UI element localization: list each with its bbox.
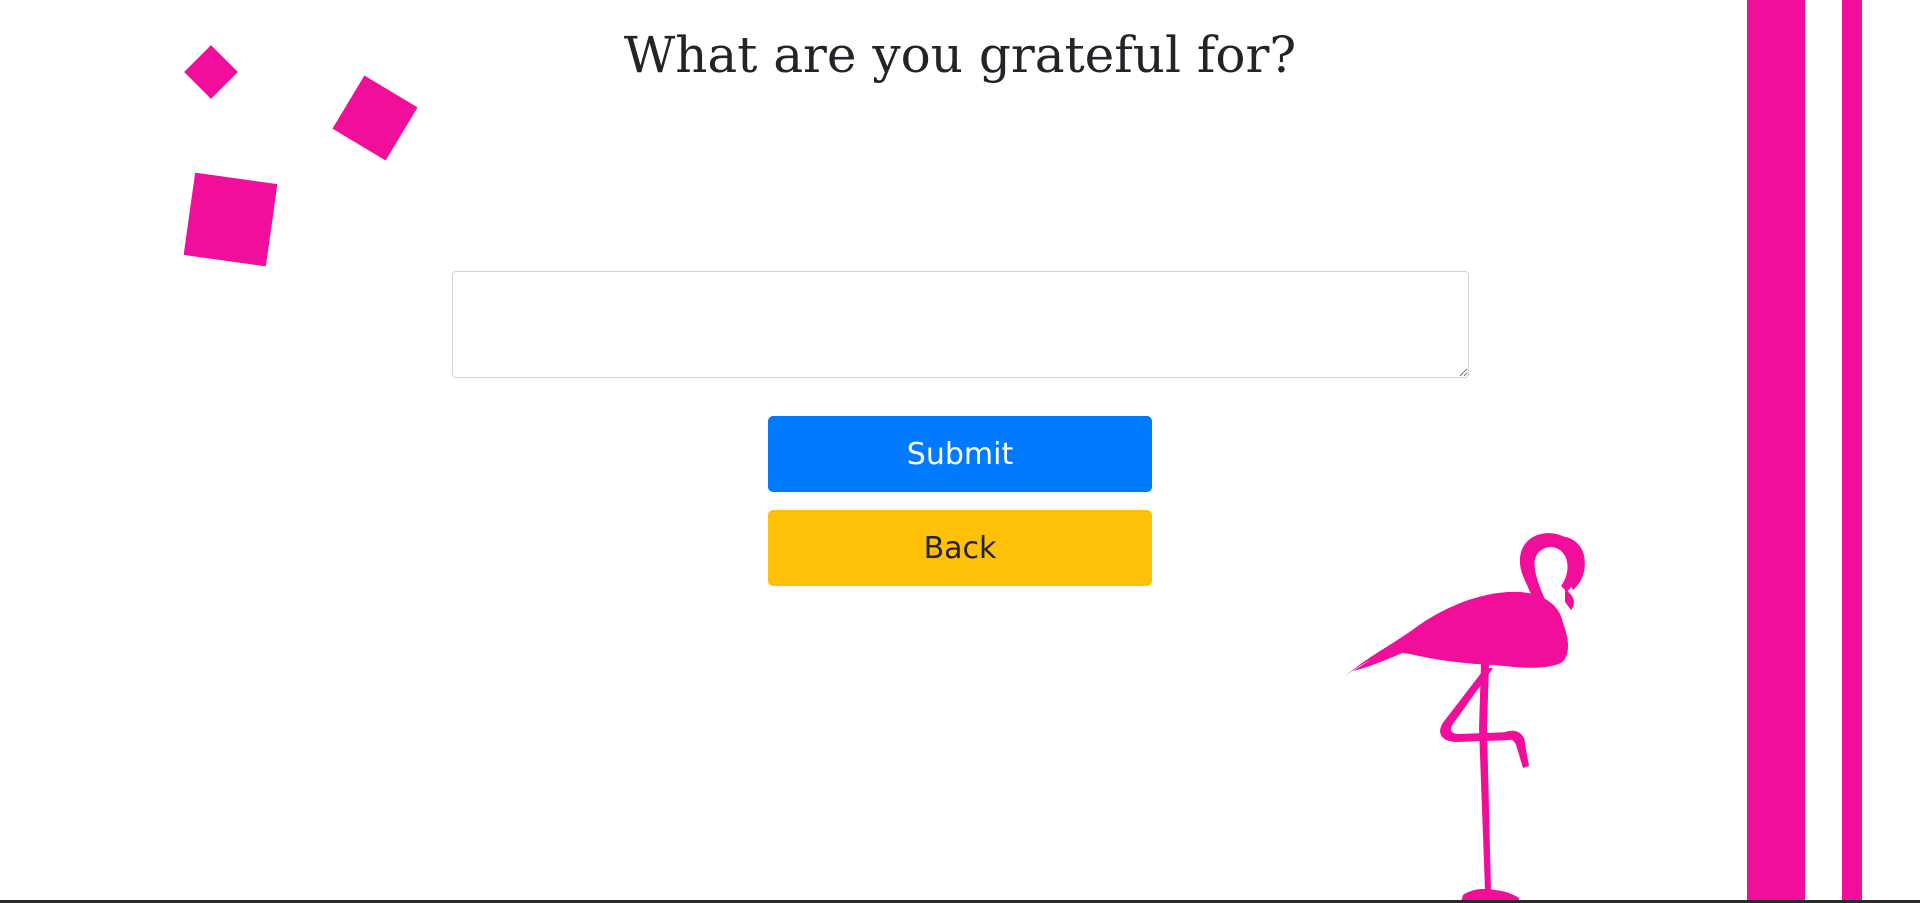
back-button[interactable]: Back	[768, 510, 1152, 586]
flamingo-icon	[1343, 533, 1585, 902]
page-title: What are you grateful for?	[623, 26, 1297, 84]
submit-button[interactable]: Submit	[768, 416, 1152, 492]
confetti-square-icon	[183, 172, 278, 267]
gratitude-entry-textarea[interactable]	[452, 271, 1469, 378]
confetti-square-icon	[332, 75, 418, 161]
decorative-stripe-wide	[1747, 0, 1805, 903]
decorative-stripe-narrow	[1842, 0, 1862, 903]
gratitude-page: What are you grateful for? Submit Back	[0, 0, 1920, 903]
